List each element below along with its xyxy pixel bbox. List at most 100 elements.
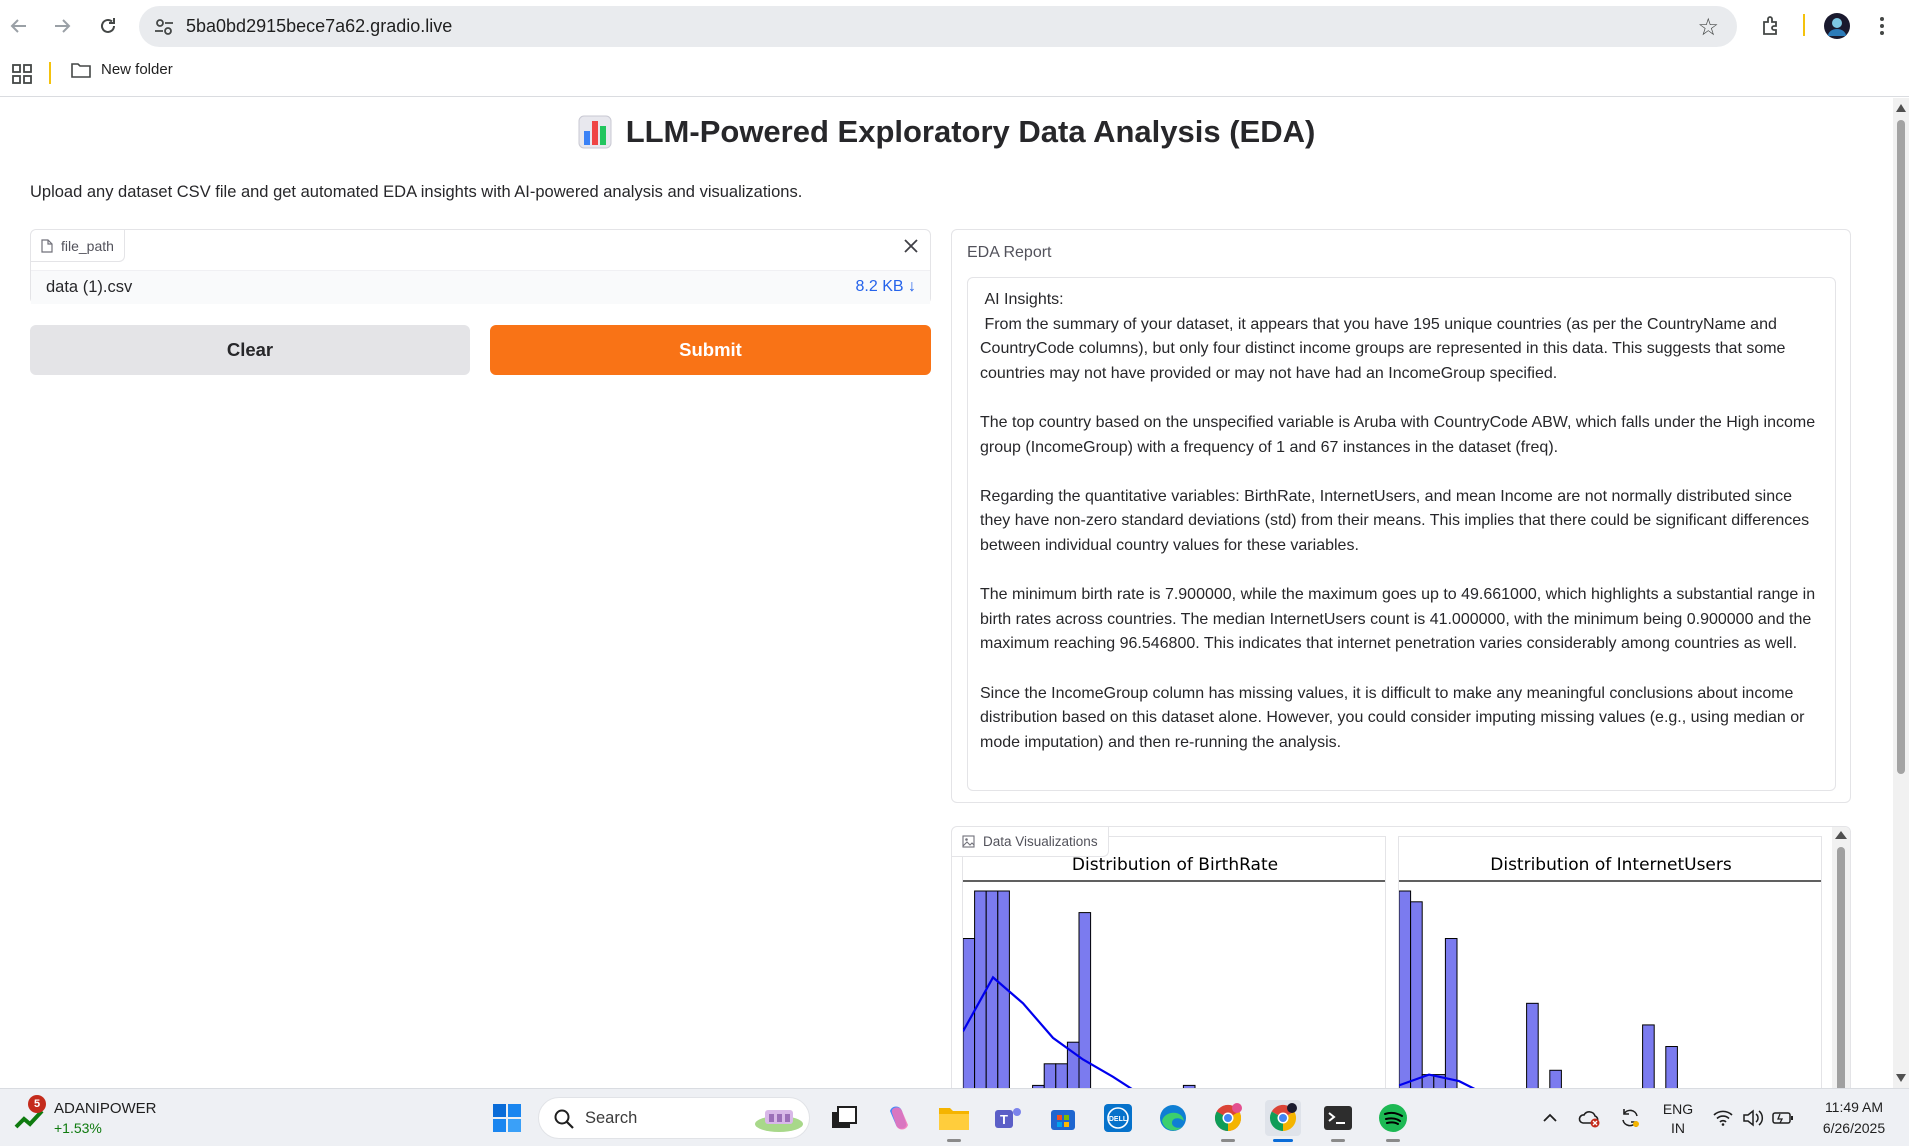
histogram-bar (1399, 890, 1412, 1088)
file-explorer-icon[interactable] (936, 1100, 972, 1136)
eda-report-panel: EDA Report AI Insights: From the summary… (951, 229, 1851, 803)
clock-time[interactable]: 11:49 AM (1808, 1099, 1900, 1115)
file-name: data (1).csv (46, 278, 133, 296)
file-upload[interactable]: file_path data (1).csv 8.2 KB ↓ (30, 229, 931, 304)
terminal-icon[interactable] (1320, 1100, 1356, 1136)
histogram-bar (985, 890, 999, 1088)
toolbar-divider (1803, 14, 1805, 36)
copilot-icon[interactable] (881, 1100, 917, 1136)
running-app-indicator (947, 1139, 961, 1142)
page-scroll-thumb[interactable] (1897, 120, 1905, 774)
battery-icon[interactable] (1768, 1100, 1798, 1136)
eda-report-text: AI Insights: From the summary of your da… (980, 291, 1816, 751)
reload-icon[interactable] (92, 10, 124, 42)
uploaded-file-row: data (1).csv 8.2 KB ↓ (31, 270, 930, 304)
spotify-icon[interactable] (1375, 1100, 1411, 1136)
clock-date[interactable]: 6/26/2025 (1808, 1120, 1900, 1136)
search-highlight-icon (755, 1110, 803, 1132)
teams-icon[interactable]: T (990, 1100, 1026, 1136)
histogram-bar (1526, 1002, 1539, 1088)
histogram-bar (1665, 1046, 1678, 1088)
more-menu-icon[interactable] (1868, 12, 1896, 40)
image-icon (962, 835, 975, 848)
dell-icon[interactable]: DELL (1100, 1100, 1136, 1136)
svg-text:T: T (1000, 1112, 1008, 1127)
edge-browser-icon[interactable] (1155, 1100, 1191, 1136)
histogram-bar (1444, 938, 1458, 1088)
windows-taskbar: 5 ADANIPOWER +1.53% Search T DELL ENG IN… (0, 1088, 1909, 1146)
bookmarks-bar: New folder (0, 52, 1909, 97)
gallery-label: Data Visualizations (952, 827, 1109, 857)
region-indicator[interactable]: IN (1660, 1120, 1696, 1136)
wifi-icon[interactable] (1708, 1100, 1738, 1136)
histogram-bar (1549, 1069, 1562, 1088)
chrome-profile-1-icon[interactable] (1210, 1100, 1246, 1136)
clear-button[interactable]: Clear (30, 325, 470, 375)
submit-button[interactable]: Submit (490, 325, 931, 375)
extensions-icon[interactable] (1757, 12, 1785, 40)
apps-grid-icon[interactable] (12, 64, 32, 84)
search-placeholder: Search (585, 1109, 638, 1127)
title-row: LLM-Powered Exploratory Data Analysis (E… (0, 114, 1893, 150)
bookmark-folder[interactable]: New folder (71, 61, 173, 78)
histogram-bar (1043, 1063, 1057, 1088)
histogram-bar (1642, 1024, 1655, 1088)
page-description: Upload any dataset CSV file and get auto… (30, 183, 803, 201)
chart-thumbnail-birthrate[interactable]: Distribution of BirthRate (962, 836, 1386, 1088)
gallery-scroll-thumb[interactable] (1837, 847, 1845, 1088)
svg-text:DELL: DELL (1109, 1116, 1128, 1123)
page-scrollbar[interactable] (1893, 98, 1909, 1088)
search-icon (554, 1109, 574, 1129)
chart-title: Distribution of BirthRate (1072, 855, 1278, 875)
file-input-label: file_path (31, 230, 125, 262)
eda-report-label: EDA Report (967, 244, 1052, 261)
url-text[interactable]: 5ba0bd2915bece7a62.gradio.live (186, 16, 452, 37)
scroll-up-arrow-icon[interactable] (1835, 831, 1847, 839)
remove-file-icon[interactable] (898, 233, 924, 259)
stock-ticker[interactable]: ADANIPOWER (54, 1100, 157, 1117)
bookmark-star-icon[interactable]: ☆ (1697, 13, 1719, 42)
running-app-indicator (1331, 1139, 1345, 1142)
bookmark-folder-label: New folder (101, 61, 173, 78)
chart-title: Distribution of InternetUsers (1490, 855, 1732, 875)
sync-icon[interactable] (1612, 1100, 1648, 1136)
internetusers-histogram: Distribution of InternetUsers (1399, 855, 1821, 1088)
histogram-bar (974, 890, 987, 1088)
histogram-bar (1410, 901, 1423, 1088)
back-icon[interactable] (3, 10, 35, 42)
site-info-icon[interactable] (153, 16, 175, 38)
address-bar[interactable]: 5ba0bd2915bece7a62.gradio.live ☆ (139, 6, 1737, 47)
stock-change: +1.53% (54, 1120, 102, 1136)
kde-curve (963, 975, 1133, 1088)
eda-report-textbox[interactable]: AI Insights: From the summary of your da… (967, 277, 1836, 791)
profile-avatar[interactable] (1823, 12, 1851, 40)
onedrive-error-icon[interactable] (1572, 1100, 1608, 1136)
chrome-profile-2-icon[interactable] (1265, 1100, 1301, 1136)
birthrate-histogram: Distribution of BirthRate (963, 855, 1385, 1088)
active-app-indicator (1273, 1139, 1293, 1142)
bookmark-divider (49, 62, 51, 84)
folder-icon (71, 62, 91, 78)
histogram-bar (1055, 1063, 1068, 1088)
gallery-scrollbar[interactable] (1832, 827, 1850, 1088)
chart-thumbnail-internetusers[interactable]: Distribution of InternetUsers (1398, 836, 1822, 1088)
taskbar-search[interactable]: Search (538, 1097, 810, 1139)
language-indicator[interactable]: ENG (1660, 1101, 1696, 1117)
scroll-up-arrow-icon[interactable] (1896, 104, 1906, 112)
file-input-label-text: file_path (61, 237, 114, 254)
running-app-indicator (1221, 1139, 1235, 1142)
visualizations-gallery: Data Visualizations Distribution of Birt… (951, 826, 1851, 1088)
forward-icon[interactable] (46, 10, 78, 42)
notification-badge: 5 (28, 1095, 46, 1113)
running-app-indicator (1386, 1139, 1400, 1142)
chevron-up-icon[interactable] (1532, 1100, 1568, 1136)
microsoft-store-icon[interactable] (1045, 1100, 1081, 1136)
file-download-link[interactable]: 8.2 KB ↓ (856, 278, 916, 296)
windows-start-icon[interactable] (489, 1100, 525, 1136)
gallery-label-text: Data Visualizations (983, 834, 1098, 849)
volume-icon[interactable] (1738, 1100, 1768, 1136)
browser-toolbar: 5ba0bd2915bece7a62.gradio.live ☆ (0, 0, 1909, 52)
scroll-down-arrow-icon[interactable] (1896, 1074, 1906, 1082)
page-title: LLM-Powered Exploratory Data Analysis (E… (625, 114, 1316, 149)
task-view-icon[interactable] (826, 1100, 862, 1136)
